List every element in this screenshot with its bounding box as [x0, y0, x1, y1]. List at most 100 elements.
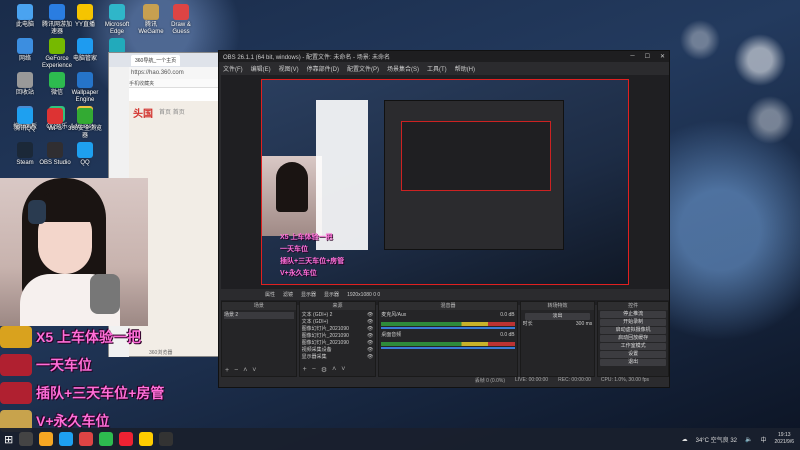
nav-item[interactable]: 首页 [159, 110, 171, 116]
add-icon[interactable]: + [303, 366, 307, 374]
site-logo[interactable]: 头国 [133, 105, 153, 120]
desktop-icon[interactable]: OBS Studio [38, 142, 72, 167]
control-button[interactable]: 退出 [600, 359, 666, 366]
source-item[interactable]: 文本 (GDI+) 2 👁 [302, 312, 374, 319]
menu-item[interactable]: 帮助(H) [455, 64, 475, 73]
eye-icon[interactable]: 👁 [367, 319, 373, 326]
control-button[interactable]: 停止推流 [600, 311, 666, 318]
menu-item[interactable]: 配置文件(P) [347, 64, 379, 73]
source-item[interactable]: 图像幻灯片_2021090 👁 [302, 333, 374, 340]
desktop-icon[interactable]: 此电脑 [8, 4, 42, 29]
up-icon[interactable]: ˄ [332, 366, 336, 374]
add-icon[interactable]: + [225, 367, 229, 374]
obs-title: OBS 26.1.1 (64 bit, windows) - 配置文件: 未命名… [223, 55, 391, 61]
up-icon[interactable]: ˄ [243, 367, 247, 374]
gear-icon[interactable]: ⚙ [321, 366, 327, 374]
menu-item[interactable]: 编辑(E) [251, 64, 271, 73]
menu-item[interactable]: 场景集合(S) [387, 64, 419, 73]
remove-icon[interactable]: − [234, 367, 238, 374]
source-item[interactable]: 显示器采集 👁 [302, 354, 374, 361]
menu-item[interactable]: 工具(T) [427, 64, 447, 73]
desktop-icon[interactable]: Wallpaper Engine [68, 72, 102, 104]
remove-icon[interactable]: − [312, 366, 316, 374]
desktop-icon[interactable]: YY直播 [68, 4, 102, 29]
menu-item[interactable]: 停靠部件(D) [307, 64, 339, 73]
eye-icon[interactable]: 👁 [367, 354, 373, 361]
close-icon[interactable]: ✕ [660, 53, 665, 60]
desktop-icon[interactable]: 电脑管家 [68, 38, 102, 63]
nav-item[interactable]: 首页 [173, 110, 185, 116]
taskbar-app-icon[interactable] [99, 432, 114, 446]
menu-item[interactable]: 视图(V) [279, 64, 299, 73]
minimize-icon[interactable]: ─ [630, 53, 634, 60]
desktop-icon[interactable]: WPS [38, 108, 72, 133]
app-icon [49, 72, 65, 88]
obs-preview[interactable]: X5 上车体验一把 一天车位 插队+三天车位+房管 V+永久车位 [221, 75, 669, 305]
browser-tab[interactable]: 360导航_一个主页 [131, 54, 181, 66]
control-button[interactable]: 设置 [600, 351, 666, 358]
down-icon[interactable]: ˅ [341, 366, 345, 374]
eye-icon[interactable]: 👁 [367, 333, 373, 340]
gift-badge-icon [0, 354, 32, 376]
obs-window[interactable]: OBS 26.1.1 (64 bit, windows) - 配置文件: 未命名… [218, 50, 670, 388]
duration-input[interactable]: 300 ms [576, 321, 592, 328]
taskbar-app-icon[interactable] [139, 432, 154, 446]
volume-slider[interactable] [381, 327, 515, 329]
menu-item[interactable]: 文件(F) [223, 64, 243, 73]
source-item[interactable]: 图像幻灯片_2021090 👁 [302, 340, 374, 347]
taskbar-app-icon[interactable] [19, 432, 34, 446]
desktop-icon[interactable]: 回收站 [8, 72, 42, 97]
resolution-select[interactable]: 1920x1080 0 0 [347, 292, 380, 298]
taskbar-app-icon[interactable] [59, 432, 74, 446]
weather-text[interactable]: 34°C 空气良 32 [696, 435, 737, 444]
start-icon[interactable]: ⊞ [4, 433, 13, 446]
app-icon [17, 108, 33, 124]
desktop-icon[interactable]: Steam [8, 142, 42, 167]
control-button[interactable]: 工作室模式 [600, 343, 666, 350]
preview-canvas[interactable]: X5 上车体验一把 一天车位 插队+三天车位+房管 V+永久车位 [261, 79, 629, 285]
filters-button[interactable]: 滤镜 [283, 291, 293, 298]
taskbar-app-icon[interactable] [159, 432, 174, 446]
site-nav[interactable]: 首页 首页 [159, 107, 185, 116]
source-item[interactable]: 视频采集设备 👁 [302, 347, 374, 354]
eye-icon[interactable]: 👁 [367, 340, 373, 347]
source-item[interactable]: 图像幻灯片_2021090 👁 [302, 326, 374, 333]
maximize-icon[interactable]: ☐ [645, 53, 650, 60]
transition-select[interactable]: 淡出 [524, 313, 591, 320]
nested-canvas [401, 121, 551, 191]
app-icon [17, 72, 33, 88]
control-button[interactable]: 启动虚拟摄像机 [600, 327, 666, 334]
app-icon [49, 38, 65, 54]
desktop-icon[interactable]: QQ [68, 142, 102, 167]
display-select[interactable]: 显示器 [324, 291, 339, 298]
preview-browser [316, 100, 368, 250]
desktop-icon[interactable]: 360安全浏览器 [68, 108, 102, 140]
properties-button[interactable]: 属性 [265, 291, 275, 298]
desktop-icon[interactable]: 腾讯WeGame [134, 4, 168, 36]
taskbar-app-icon[interactable] [119, 432, 134, 446]
desktop-icon-label: 此电脑 [15, 22, 34, 28]
eye-icon[interactable]: 👁 [367, 326, 373, 333]
clock[interactable]: 19:13 2021/9/6 [775, 432, 794, 446]
mixer-dock: 混音器 麦克风/Aux 0.0 dB 桌面音频 0.0 dB [378, 301, 518, 377]
ime-indicator[interactable]: 中 [761, 435, 767, 444]
desktop-icon[interactable]: 腾讯QQ [8, 108, 42, 133]
down-icon[interactable]: ˅ [252, 367, 256, 374]
desktop-icon[interactable]: Draw & Guess [164, 4, 198, 36]
scene-item[interactable]: 场景 2 [224, 312, 294, 319]
eye-icon[interactable]: 👁 [367, 312, 373, 319]
taskbar-app-icon[interactable] [39, 432, 54, 446]
weather-icon[interactable]: ☁ [682, 436, 688, 443]
control-button[interactable]: 开始录制 [600, 319, 666, 326]
desktop-icon[interactable]: Microsoft Edge [100, 4, 134, 36]
address-text[interactable]: https://hao.360.com [131, 70, 184, 76]
taskbar-app-icon[interactable] [79, 432, 94, 446]
dock-title: 转场特效 [520, 302, 595, 310]
desktop-icon-label: Microsoft Edge [104, 22, 130, 35]
control-button[interactable]: 启动回放缓存 [600, 335, 666, 342]
volume-icon[interactable]: 🔈 [745, 436, 752, 443]
volume-slider[interactable] [381, 347, 515, 349]
eye-icon[interactable]: 👁 [367, 347, 373, 354]
desktop-icon[interactable]: 网络 [8, 38, 42, 63]
source-item[interactable]: 文本 (GDI+) 👁 [302, 319, 374, 326]
